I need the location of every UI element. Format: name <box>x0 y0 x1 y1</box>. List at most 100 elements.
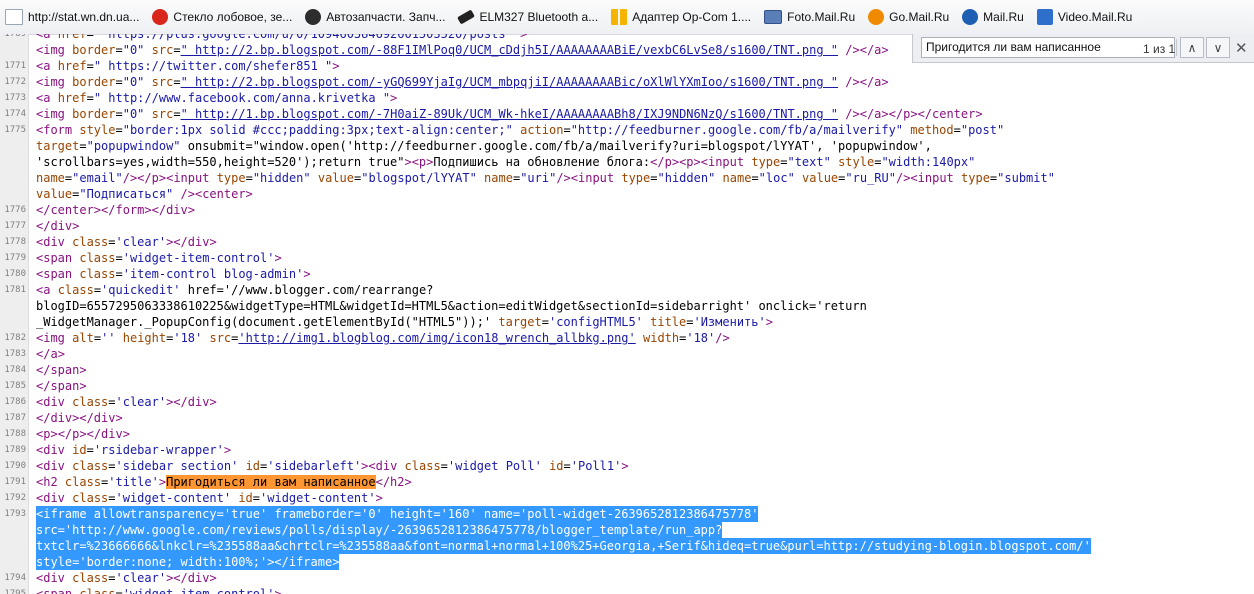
source-code-text: blogID=6557295063338610225&widgetType=HT… <box>36 299 867 313</box>
source-code-text: name="email"/></p><input type="hidden" v… <box>36 171 1055 185</box>
line-number: 1785 <box>4 381 26 391</box>
source-code-text: </center></form></div> <box>36 203 195 217</box>
source-code-text: <div class='clear'></div> <box>36 571 217 585</box>
source-code-text: <h2 class='title'>Пригодиться ли вам нап… <box>36 475 412 489</box>
source-code-text: <div class='clear'></div> <box>36 235 217 249</box>
line-number: 1790 <box>4 461 26 471</box>
source-view[interactable]: 1769 <a href=" https://plus.google.com/u/… <box>0 34 1254 594</box>
source-code-text: <div class='widget-content' id='widget-c… <box>36 491 383 505</box>
source-line: 1793 <iframe allowtransparency='true' fra… <box>0 506 1254 522</box>
line-number: 1789 <box>4 445 26 455</box>
bookmark-label: Адаптер Op-Com 1.... <box>632 10 752 24</box>
plug-icon <box>457 9 476 25</box>
source-line: 1788 <p></p></div> <box>0 426 1254 442</box>
source-line: 1795 <span class='widget-item-control'> <box>0 586 1254 594</box>
bookmarks-bar: http://stat.wn.dn.ua... Стекло лобовое, з… <box>0 0 1254 35</box>
source-code-text: </a> <box>36 347 65 361</box>
selected-source-text: <iframe allowtransparency='true' framebo… <box>36 506 759 522</box>
source-line: 1787 </div></div> <box>0 410 1254 426</box>
grid-icon <box>611 9 628 25</box>
source-line: 1786 <div class='clear'></div> <box>0 394 1254 410</box>
bookmark-label: Стекло лобовое, зе... <box>173 10 293 24</box>
video-icon <box>1036 9 1053 25</box>
line-number: 1780 <box>4 269 26 279</box>
line-number: 1774 <box>4 109 26 119</box>
bookmark-item[interactable]: Foto.Mail.Ru <box>759 6 860 28</box>
source-line: 1772 <img border="0" src=" http://2.bp.bl… <box>0 74 1254 90</box>
source-code-text: target="popupwindow" onsubmit="window.op… <box>36 139 932 153</box>
bookmark-label: Foto.Mail.Ru <box>787 10 856 24</box>
bookmark-label: Go.Mail.Ru <box>889 10 950 24</box>
selected-source-text: src='http://www.google.com/reviews/polls… <box>36 522 723 538</box>
find-match-count: 1 из 1 <box>1143 42 1176 56</box>
source-line: 1776 </center></form></div> <box>0 202 1254 218</box>
source-line: 1779 <span class='widget-item-control'> <box>0 250 1254 266</box>
source-line: 1773 <a href=" http://www.facebook.com/an… <box>0 90 1254 106</box>
bookmark-item[interactable]: Go.Mail.Ru <box>863 6 954 28</box>
line-number: 1777 <box>4 221 26 231</box>
mail-icon <box>962 9 979 25</box>
source-code-text: </span> <box>36 363 87 377</box>
source-line: 1791 <h2 class='title'>Пригодиться ли вам… <box>0 474 1254 490</box>
source-line: blogID=6557295063338610225&widgetType=HT… <box>0 298 1254 314</box>
bookmark-label: Автозапчасти. Запч... <box>326 10 446 24</box>
source-code-text: <div id='rsidebar-wrapper'> <box>36 443 232 457</box>
line-number: 1776 <box>4 205 26 215</box>
bookmark-item[interactable]: Стекло лобовое, зе... <box>147 6 297 28</box>
selected-source-text: txtclr=%23666666&lnkclr=%235588aa&chrtcl… <box>36 538 1091 554</box>
source-line: src='http://www.google.com/reviews/polls… <box>0 522 1254 538</box>
line-number: 1773 <box>4 93 26 103</box>
line-number: 1778 <box>4 237 26 247</box>
chevron-up-icon: ∧ <box>1187 41 1197 55</box>
source-line: name="email"/></p><input type="hidden" v… <box>0 170 1254 186</box>
source-code-text: <a href=" https://plus.google.com/u/0/10… <box>36 34 528 41</box>
source-code-text: </div></div> <box>36 411 123 425</box>
source-code-text: <img alt='' height='18' src='http://img1… <box>36 331 730 345</box>
source-line: target="popupwindow" onsubmit="window.op… <box>0 138 1254 154</box>
source-code-text: <div class='clear'></div> <box>36 395 217 409</box>
find-previous-button[interactable]: ∧ <box>1180 37 1204 58</box>
source-code-text: </span> <box>36 379 87 393</box>
source-code-text: </div> <box>36 219 80 233</box>
line-number: 1794 <box>4 573 26 583</box>
source-line: 1792 <div class='widget-content' id='widg… <box>0 490 1254 506</box>
source-code-text: <span class='item-control blog-admin'> <box>36 267 311 281</box>
find-divider <box>1176 39 1177 56</box>
line-number: 1781 <box>4 285 26 295</box>
source-line: 1785 </span> <box>0 378 1254 394</box>
line-number: 1788 <box>4 429 26 439</box>
bookmark-item[interactable]: Video.Mail.Ru <box>1032 6 1137 28</box>
selected-source-text: style='border:none; width:100%;'></ifram… <box>36 554 340 570</box>
source-code-text: <a class='quickedit' href='//www.blogger… <box>36 283 434 297</box>
source-line: 1780 <span class='item-control blog-admin… <box>0 266 1254 282</box>
line-number: 1779 <box>4 253 26 263</box>
source-line: 1782 <img alt='' height='18' src='http://… <box>0 330 1254 346</box>
source-line: 'scrollbars=yes,width=550,height=520');r… <box>0 154 1254 170</box>
bookmark-item[interactable]: http://stat.wn.dn.ua... <box>0 6 144 28</box>
find-next-button[interactable]: ∨ <box>1206 37 1230 58</box>
line-number: 1786 <box>4 397 26 407</box>
bookmark-item[interactable]: Mail.Ru <box>957 6 1029 28</box>
find-input[interactable]: Пригодится ли вам написанное <box>921 37 1175 58</box>
source-line: 1775 <form style="border:1px solid #ccc;p… <box>0 122 1254 138</box>
bookmark-item[interactable]: ELM327 Bluetooth а... <box>453 6 603 28</box>
source-code-text: 'scrollbars=yes,width=550,height=520');r… <box>36 155 976 169</box>
bookmark-label: Video.Mail.Ru <box>1057 10 1133 24</box>
yandex-icon <box>152 9 169 25</box>
chevron-down-icon: ∨ <box>1213 41 1223 55</box>
page-icon <box>5 9 23 25</box>
source-line: 1778 <div class='clear'></div> <box>0 234 1254 250</box>
find-bar: Пригодится ли вам написанное 1 из 1 ∧ ∨ … <box>912 34 1254 63</box>
source-code-text: <form style="border:1px solid #ccc;paddi… <box>36 123 1005 137</box>
source-code-text: <p></p></div> <box>36 427 130 441</box>
bookmark-item[interactable]: Автозапчасти. Запч... <box>300 6 450 28</box>
source-code-text: <img border="0" src=" http://1.bp.blogsp… <box>36 107 983 121</box>
line-number: 1791 <box>4 477 26 487</box>
find-close-button[interactable]: ✕ <box>1235 39 1248 57</box>
line-number: 1769 <box>4 34 26 39</box>
source-line: 1774 <img border="0" src=" http://1.bp.bl… <box>0 106 1254 122</box>
bookmark-item[interactable]: Адаптер Op-Com 1.... <box>606 6 756 28</box>
source-code-text: <img border="0" src=" http://2.bp.blogsp… <box>36 75 889 89</box>
source-line: 1777 </div> <box>0 218 1254 234</box>
source-line: value="Подписаться" /><center> <box>0 186 1254 202</box>
